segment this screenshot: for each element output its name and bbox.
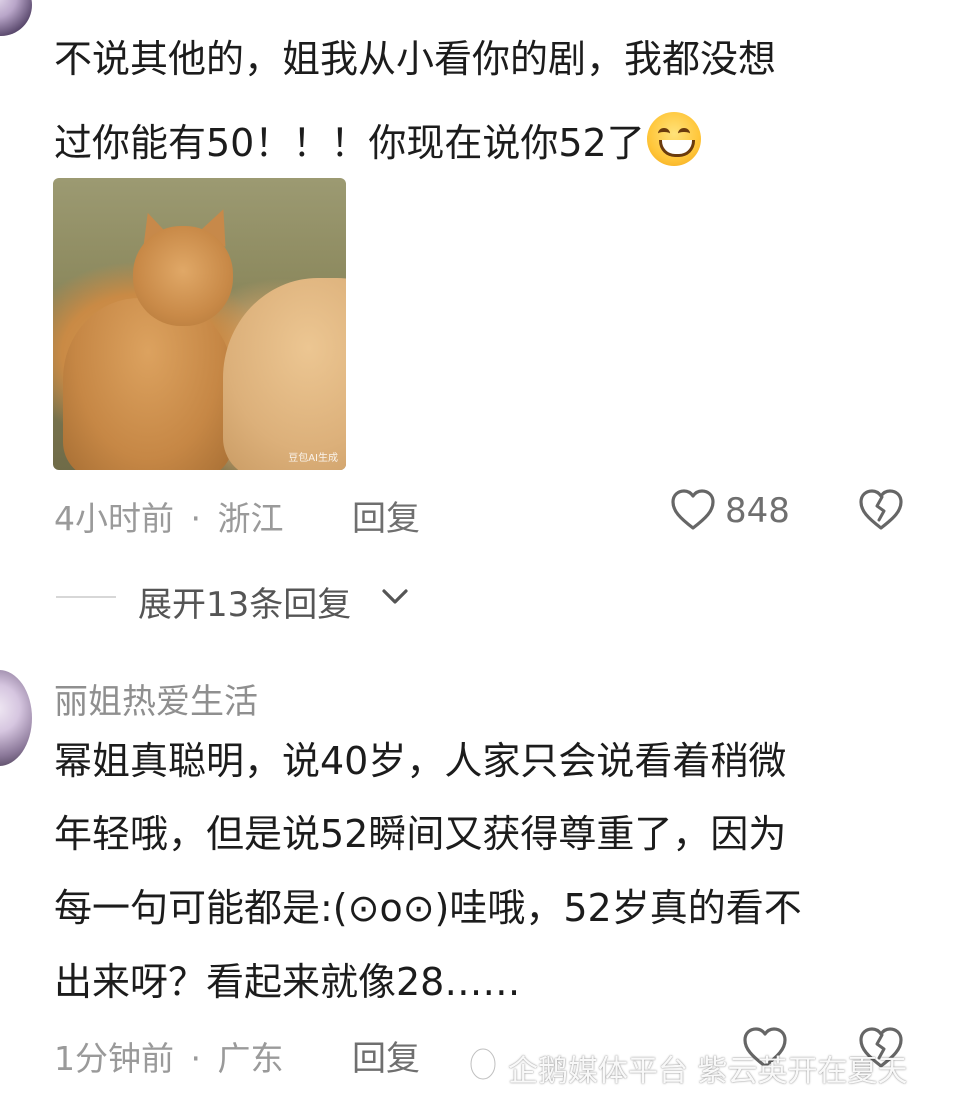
expand-replies-button[interactable]: 展开13条回复 (138, 577, 351, 626)
comment-body-line: 每一句可能都是:(⊙o⊙)哇哦，52岁真的看不 (54, 886, 802, 930)
reply-button[interactable]: 回复 (352, 491, 420, 540)
meta-separator: · (190, 1039, 202, 1078)
comment-image[interactable]: 豆包AI生成 (53, 178, 346, 470)
comment-body-line: 不说其他的，姐我从小看你的剧，我都没想 (54, 37, 777, 81)
comment-body-line: 幂姐真聪明，说40岁，人家只会说看着稍微 (54, 739, 787, 783)
like-count: 848 (725, 491, 790, 531)
meta-separator: · (190, 499, 202, 538)
comment-meta: 1分钟前 · 广东 (54, 1032, 284, 1080)
comment-location: 浙江 (217, 499, 284, 538)
comment-body-text: 过你能有50！！！你现在说你52了 (54, 121, 645, 165)
watermark-text: 企鹅媒体平台 紫云英开在夏天 (508, 1054, 908, 1089)
comment-time: 1分钟前 (54, 1039, 174, 1078)
broken-heart-icon[interactable] (858, 488, 904, 532)
divider (56, 596, 116, 598)
comment-location: 广东 (217, 1039, 284, 1078)
comment-time: 4小时前 (54, 499, 174, 538)
reply-button[interactable]: 回复 (352, 1031, 420, 1080)
avatar[interactable] (0, 670, 32, 766)
image-watermark: 豆包AI生成 (288, 453, 338, 464)
heart-icon[interactable] (670, 488, 716, 532)
comment-body-line: 出来呀？看起来就像28…… (54, 960, 521, 1004)
chevron-down-icon[interactable] (380, 586, 410, 608)
comment-meta: 4小时前 · 浙江 (54, 492, 284, 540)
avatar[interactable] (0, 0, 32, 36)
penguin-icon (469, 1047, 497, 1082)
grinning-squint-emoji-icon (646, 112, 701, 166)
comment-username[interactable]: 丽姐热爱生活 (54, 674, 258, 723)
comment-body-line: 年轻哦，但是说52瞬间又获得尊重了，因为 (54, 812, 787, 856)
comment-body-line-with-emoji: 过你能有50！！！你现在说你52了 (54, 112, 701, 166)
